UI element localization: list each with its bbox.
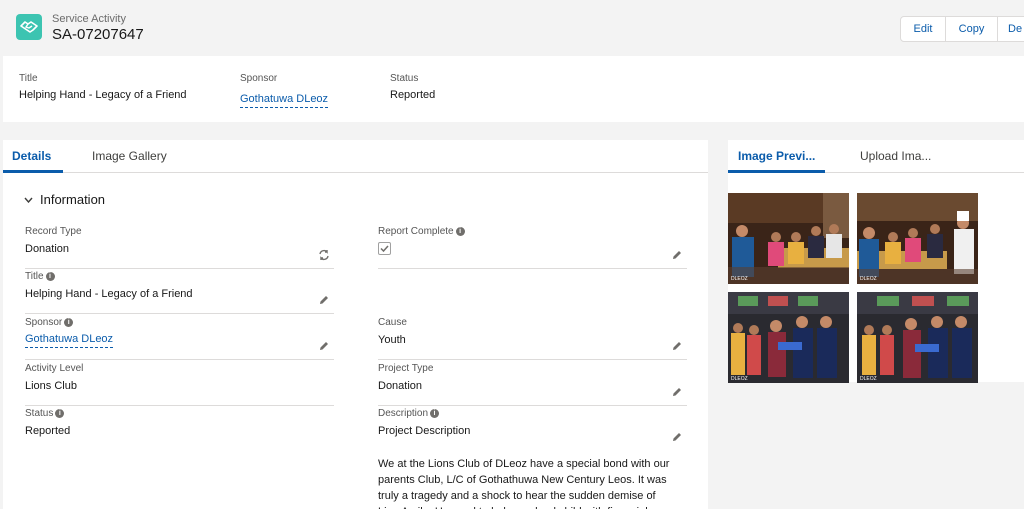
description-body: We at the Lions Club of DLeoz have a spe… (378, 458, 670, 509)
chevron-down-icon (24, 197, 33, 203)
field-record-type: Record Type Donation (25, 225, 334, 269)
photo-donation-ceremony-2: DLEOZ (857, 292, 978, 383)
photo-watermark: DLEOZ (731, 376, 748, 382)
highlight-status: Status Reported (390, 73, 435, 101)
field-activity-level: Activity Level Lions Club (25, 362, 334, 406)
field-label: Status (25, 407, 54, 419)
pencil-icon[interactable] (671, 386, 683, 398)
pencil-icon[interactable] (671, 431, 683, 443)
detail-tabs: Details Image Gallery (3, 140, 708, 173)
highlight-title-value: Helping Hand - Legacy of a Friend (19, 89, 187, 101)
field-value: Lions Club (25, 380, 77, 392)
field-label: Activity Level (25, 362, 84, 374)
field-value: Donation (378, 380, 423, 392)
field-value: Helping Hand - Legacy of a Friend (25, 288, 193, 300)
tab-image-preview[interactable]: Image Previ... (728, 149, 826, 173)
field-project-type: Project Type Donation (378, 362, 687, 406)
highlight-status-value: Reported (390, 89, 436, 101)
highlight-title-label: Title (19, 73, 38, 84)
field-value: Donation (25, 243, 70, 255)
pencil-icon[interactable] (671, 249, 683, 261)
field-description: Description i Project Description (378, 407, 687, 441)
photo-food-service-1: DLEOZ (728, 193, 849, 284)
field-label-row: Report Complete i (378, 225, 687, 237)
record-name: SA-07207647 (52, 26, 144, 43)
info-icon[interactable]: i (455, 226, 465, 236)
field-title: Title i Helping Hand - Legacy of a Frien… (25, 270, 334, 314)
edit-button[interactable]: Edit (900, 16, 946, 42)
info-icon[interactable]: i (430, 408, 440, 418)
image-thumbnail[interactable]: DLEOZ (728, 193, 849, 284)
field-report-complete: Report Complete i (378, 225, 687, 269)
field-cause: Cause Youth (378, 316, 687, 360)
photo-donation-ceremony-1: DLEOZ (728, 292, 849, 383)
photo-watermark: DLEOZ (860, 376, 877, 382)
highlight-sponsor-link[interactable]: Gothatuwa DLeoz (240, 93, 329, 108)
pencil-icon[interactable] (671, 340, 683, 352)
field-label-row: Sponsor i (25, 316, 334, 328)
field-label: Record Type (25, 225, 82, 237)
image-thumbnail[interactable]: DLEOZ (728, 292, 849, 383)
field-label: Sponsor (25, 316, 63, 328)
field-value: Reported (25, 425, 71, 437)
field-divider (25, 313, 334, 314)
highlight-title: Title Helping Hand - Legacy of a Friend (19, 73, 187, 101)
field-divider (25, 405, 334, 406)
handshake-icon (16, 14, 42, 40)
field-label: Description (378, 407, 429, 419)
checkmark-icon (380, 245, 389, 253)
section-title: Information (40, 192, 106, 207)
pencil-icon[interactable] (318, 340, 330, 352)
field-sponsor: Sponsor i Gothatuwa DLeoz (25, 316, 334, 360)
info-icon[interactable]: i (55, 408, 65, 418)
tab-image-gallery[interactable]: Image Gallery (92, 149, 167, 173)
info-icon[interactable]: i (45, 271, 55, 281)
action-button-group: Edit Copy De (900, 16, 1024, 42)
photo-watermark: DLEOZ (860, 276, 877, 282)
record-header: Service Activity SA-07207647 Edit Copy D… (0, 0, 1024, 56)
field-value: Project Description (378, 425, 471, 437)
highlight-status-label: Status (390, 73, 419, 84)
sponsor-link[interactable]: Gothatuwa DLeoz (25, 333, 114, 348)
field-divider (378, 405, 687, 406)
details-panel: Details Image Gallery Information Record… (3, 140, 708, 509)
field-label-row: Status i (25, 407, 334, 419)
field-divider (25, 359, 334, 360)
field-label: Report Complete (378, 225, 454, 237)
photo-food-service-2: DLEOZ (857, 193, 978, 284)
image-preview-panel: Image Previ... Upload Ima... DLEOZ DLEOZ… (728, 140, 1024, 383)
tab-upload-image[interactable]: Upload Ima... (860, 149, 931, 173)
tab-details[interactable]: Details (3, 149, 63, 173)
field-label: Cause (378, 316, 407, 328)
field-divider (25, 268, 334, 269)
highlight-sponsor-label: Sponsor (240, 73, 278, 84)
copy-button[interactable]: Copy (946, 16, 998, 42)
object-type-label: Service Activity (52, 13, 126, 25)
information-section-toggle[interactable]: Information (24, 192, 105, 207)
change-record-type-icon[interactable] (318, 249, 330, 261)
image-tabs: Image Previ... Upload Ima... (728, 140, 1024, 173)
field-value: Youth (378, 334, 406, 346)
pencil-icon[interactable] (318, 294, 330, 306)
field-status: Status i Reported (25, 407, 334, 438)
field-label: Project Type (378, 362, 434, 374)
delete-button[interactable]: De (998, 16, 1024, 42)
field-label-row: Title i (25, 270, 334, 282)
field-divider (378, 359, 687, 360)
field-label-row: Description i (378, 407, 687, 419)
image-thumbnail[interactable]: DLEOZ (857, 292, 978, 383)
field-label: Title (25, 270, 44, 282)
field-divider (378, 268, 687, 269)
highlights-panel: Title Helping Hand - Legacy of a Friend … (3, 56, 1024, 122)
highlight-sponsor: Sponsor Gothatuwa DLeoz (240, 73, 329, 108)
image-thumbnail[interactable]: DLEOZ (857, 193, 978, 284)
photo-watermark: DLEOZ (731, 276, 748, 282)
info-icon[interactable]: i (64, 317, 74, 327)
report-complete-checkbox (378, 242, 391, 255)
